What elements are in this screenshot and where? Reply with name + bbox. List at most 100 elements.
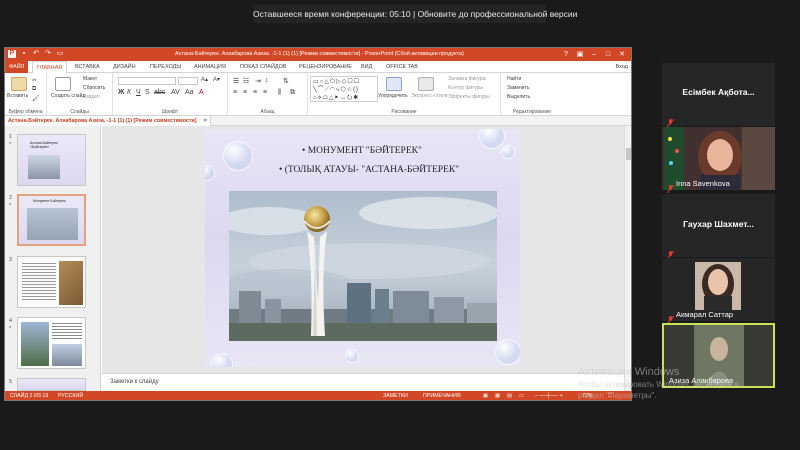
text-direction-icon[interactable]: ⇅ (283, 77, 289, 85)
numbering-icon[interactable]: ☷ (243, 77, 249, 85)
new-slide-icon[interactable] (55, 77, 71, 91)
font-color-icon[interactable]: A (199, 89, 204, 96)
muted-mic-icon (666, 114, 675, 128)
cut-icon[interactable]: ✂ (32, 77, 37, 84)
bold-icon[interactable]: Ж (118, 89, 124, 96)
windows-activation-watermark: Активация Windows Чтобы активировать Win… (578, 366, 739, 400)
indent-icon[interactable]: ⇥ (255, 77, 261, 85)
slideshow-start-icon[interactable]: ▭ (56, 50, 64, 58)
maximize-icon[interactable]: □ (601, 48, 615, 61)
thumbnail-slide-1[interactable]: Астана-Байтерек «Бәйтерек» (17, 134, 86, 186)
slide-bullet-2[interactable]: • (ТОЛЫҚ АТАУЫ- "АСТАНА-БӘЙТЕРЕК" (279, 165, 459, 175)
participant-tile[interactable]: Inna Savenkova (662, 127, 775, 190)
shapes-gallery[interactable]: ▭○△⬠▷◇☐☐ ╲⌒⟋◠⤷⬡☆{} ⌂⟡⬭△⯈↔⭮✱ (310, 76, 378, 102)
paste-icon[interactable] (11, 77, 27, 91)
scrollbar-thumb[interactable] (626, 148, 631, 160)
line-spacing-icon[interactable]: ↕ (265, 77, 269, 84)
slide-bullet-1[interactable]: • МОНУМЕНТ "БӘЙТЕРЕК" (302, 146, 422, 156)
reading-view-icon[interactable]: ▤ (507, 391, 512, 400)
undo-icon[interactable]: ↶ (32, 50, 40, 58)
shape-outline-button[interactable]: Контур фигуры (448, 85, 483, 91)
tab-home[interactable]: ГЛАВНАЯ (32, 61, 68, 73)
align-center-icon[interactable]: ≡ (243, 89, 247, 96)
select-button[interactable]: Выделить (507, 94, 530, 100)
status-bar: СЛАЙД 2 ИЗ 19 РУССКИЙ ЗАМЕТКИ ПРИМЕЧАНИЯ… (5, 391, 631, 400)
language-indicator[interactable]: РУССКИЙ (58, 391, 83, 400)
strikethrough-icon[interactable]: abc (154, 89, 165, 96)
participant-tile[interactable]: Гаухар Шахмет... (662, 194, 775, 257)
signin-link[interactable]: Вход (616, 61, 628, 73)
font-size-select[interactable] (178, 77, 198, 85)
thumb-image (27, 208, 78, 240)
thumb-number: 1 (9, 134, 13, 140)
char-spacing-icon[interactable]: AV (171, 89, 180, 96)
change-case-icon[interactable]: Aa (185, 89, 194, 96)
thumbnail-slide-3[interactable] (17, 256, 86, 308)
thumb-number: 2 (9, 195, 13, 201)
slide-thumbnail-pane[interactable]: 1 * Астана-Байтерек «Бәйтерек» 2 * Монум… (5, 126, 101, 391)
help-icon[interactable]: ? (559, 48, 573, 61)
window-title: Астана-Бәйтерек. Алакбарова Азиза. -1-1 … (175, 51, 464, 57)
zoom-slider[interactable]: – ──┼── + (535, 391, 563, 400)
slideshow-view-icon[interactable]: ▭ (519, 391, 524, 400)
close-document-icon[interactable]: ✕ (203, 116, 207, 126)
quick-styles-icon[interactable] (418, 77, 434, 91)
save-icon[interactable]: ▪ (20, 50, 28, 58)
tab-view[interactable]: ВИД (357, 61, 376, 73)
paste-button[interactable]: Вставить (7, 93, 28, 99)
grow-font-icon[interactable]: A▴ (201, 76, 208, 83)
align-right-icon[interactable]: ≡ (253, 89, 257, 96)
notes-toggle[interactable]: ЗАМЕТКИ (383, 391, 408, 400)
reset-button[interactable]: Сбросить (83, 85, 105, 91)
participant-tile[interactable]: Есімбек Ақбота... (662, 63, 775, 126)
tab-insert[interactable]: ВСТАВКА (71, 61, 104, 73)
section-button[interactable]: Раздел (83, 94, 100, 100)
quick-styles-button[interactable]: Экспресс-стили (411, 93, 448, 99)
arrange-button[interactable]: Упорядочить (378, 93, 408, 99)
columns-icon[interactable]: ⫼ (278, 89, 281, 97)
shadow-icon[interactable]: S (145, 89, 150, 96)
underline-icon[interactable]: Ч (136, 89, 141, 96)
tab-review[interactable]: РЕЦЕНЗИРОВАНИЕ (295, 61, 356, 73)
thumbnail-slide-2[interactable]: Монумент Бәйтерек (17, 194, 86, 246)
format-painter-icon[interactable]: 🖌 (32, 95, 40, 102)
copy-icon[interactable]: ⧉ (32, 86, 36, 93)
comments-toggle[interactable]: ПРИМЕЧАНИЯ (423, 391, 461, 400)
shape-effects-button[interactable]: Эффекты фигуры (448, 94, 490, 100)
bubble-decoration (479, 129, 505, 149)
participant-tile[interactable]: Акмарал Саттар (662, 258, 775, 321)
tab-file[interactable]: ФАЙЛ (5, 61, 29, 73)
tab-animations[interactable]: АНИМАЦИЯ (190, 61, 230, 73)
tab-design[interactable]: ДИЗАЙН (109, 61, 140, 73)
align-left-icon[interactable]: ≡ (233, 89, 237, 96)
find-button[interactable]: Найти (507, 76, 521, 82)
justify-icon[interactable]: ≡ (263, 89, 267, 96)
layout-button[interactable]: Макет (83, 76, 97, 82)
shape-fill-button[interactable]: Заливка фигуры (448, 76, 486, 82)
new-slide-button[interactable]: Создать слайд (51, 93, 85, 99)
sorter-view-icon[interactable]: ▦ (495, 391, 500, 400)
font-name-select[interactable] (118, 77, 176, 85)
document-tab[interactable]: Астана-Бәйтерек. Алакбарова Азиза. -1-1 … (5, 116, 212, 126)
close-icon[interactable]: ✕ (615, 48, 629, 61)
conference-time-banner[interactable]: Оставшееся время конференции: 05:10 | Об… (253, 5, 577, 23)
thumbnail-slide-5[interactable] (17, 378, 86, 391)
ribbon-display-icon[interactable]: ▣ (573, 48, 587, 61)
smartart-icon[interactable]: ⧉ (290, 89, 295, 97)
replace-button[interactable]: Заменить (507, 85, 529, 91)
italic-icon[interactable]: К (127, 89, 131, 96)
tab-office-tab[interactable]: OFFICE TAB (382, 61, 422, 73)
redo-icon[interactable]: ↷ (44, 50, 52, 58)
vertical-scrollbar[interactable] (624, 126, 631, 391)
minimize-icon[interactable]: – (587, 48, 601, 61)
thumbnail-slide-4[interactable] (17, 317, 86, 369)
bullets-icon[interactable]: ☰ (233, 77, 239, 85)
title-bar: P ▪ ↶ ↷ ▭ Астана-Бәйтерек. Алакбарова Аз… (5, 48, 631, 61)
notes-pane[interactable]: Заметки к слайду (102, 373, 624, 391)
tab-slideshow[interactable]: ПОКАЗ СЛАЙДОВ (236, 61, 291, 73)
shrink-font-icon[interactable]: A▾ (213, 76, 220, 83)
arrange-icon[interactable] (386, 77, 402, 91)
bayterek-photo[interactable] (229, 191, 497, 341)
normal-view-icon[interactable]: ▣ (483, 391, 488, 400)
tab-transitions[interactable]: ПЕРЕХОДЫ (146, 61, 185, 73)
